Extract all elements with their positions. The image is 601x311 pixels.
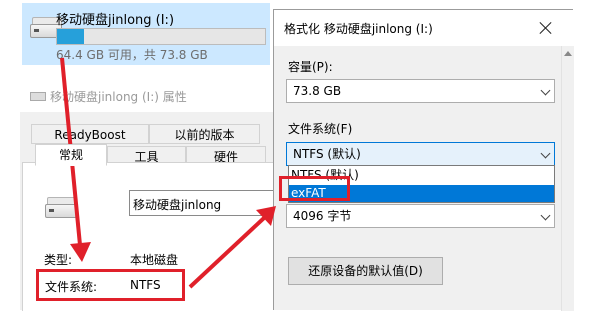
drive-small-icon (30, 92, 46, 101)
volume-name-input[interactable]: 移动硬盘jinlong (129, 190, 275, 216)
drive-usage-bar (56, 28, 266, 45)
capacity-select[interactable]: 73.8 GB (286, 79, 555, 103)
properties-title: 移动硬盘jinlong (I:) 属性 (50, 90, 187, 104)
scrollbar[interactable] (561, 46, 574, 311)
annotation-box-exfat (279, 176, 350, 201)
tab-readyboost[interactable]: ReadyBoost (31, 124, 149, 144)
format-titlebar: 格式化 移动硬盘jinlong (I:) (274, 10, 573, 46)
type-value: 本地磁盘 (130, 253, 179, 267)
allocation-unit-value: 4096 字节 (293, 209, 352, 223)
chevron-down-icon (540, 210, 551, 221)
scroll-up-icon[interactable] (564, 51, 572, 56)
restore-defaults-button[interactable]: 还原设备的默认值(D) (288, 257, 443, 285)
annotation-box-file-system (36, 269, 185, 301)
type-label: 类型: (44, 253, 73, 267)
format-title: 格式化 移动硬盘jinlong (I:) (284, 22, 433, 36)
file-system-selected: NTFS (默认) (293, 147, 361, 161)
capacity-value: 73.8 GB (293, 84, 342, 98)
drive-usage-fill (57, 29, 85, 44)
properties-titlebar: 移动硬盘jinlong (I:) 属性 (30, 88, 275, 106)
chevron-down-icon (540, 85, 551, 96)
allocation-unit-select[interactable]: 4096 字节 (286, 204, 555, 228)
drive-name: 移动硬盘jinlong (I:) (56, 13, 175, 28)
drive-free-space: 64.4 GB 可用，共 73.8 GB (56, 48, 208, 62)
capacity-label: 容量(P): (288, 60, 333, 74)
tab-previous-versions[interactable]: 以前的版本 (149, 124, 260, 144)
file-system-select[interactable]: NTFS (默认) (286, 142, 555, 166)
file-system-label: 文件系统(F) (288, 122, 353, 136)
close-icon[interactable] (536, 18, 556, 38)
tab-general[interactable]: 常规 (35, 144, 107, 166)
chevron-down-icon (540, 148, 551, 159)
